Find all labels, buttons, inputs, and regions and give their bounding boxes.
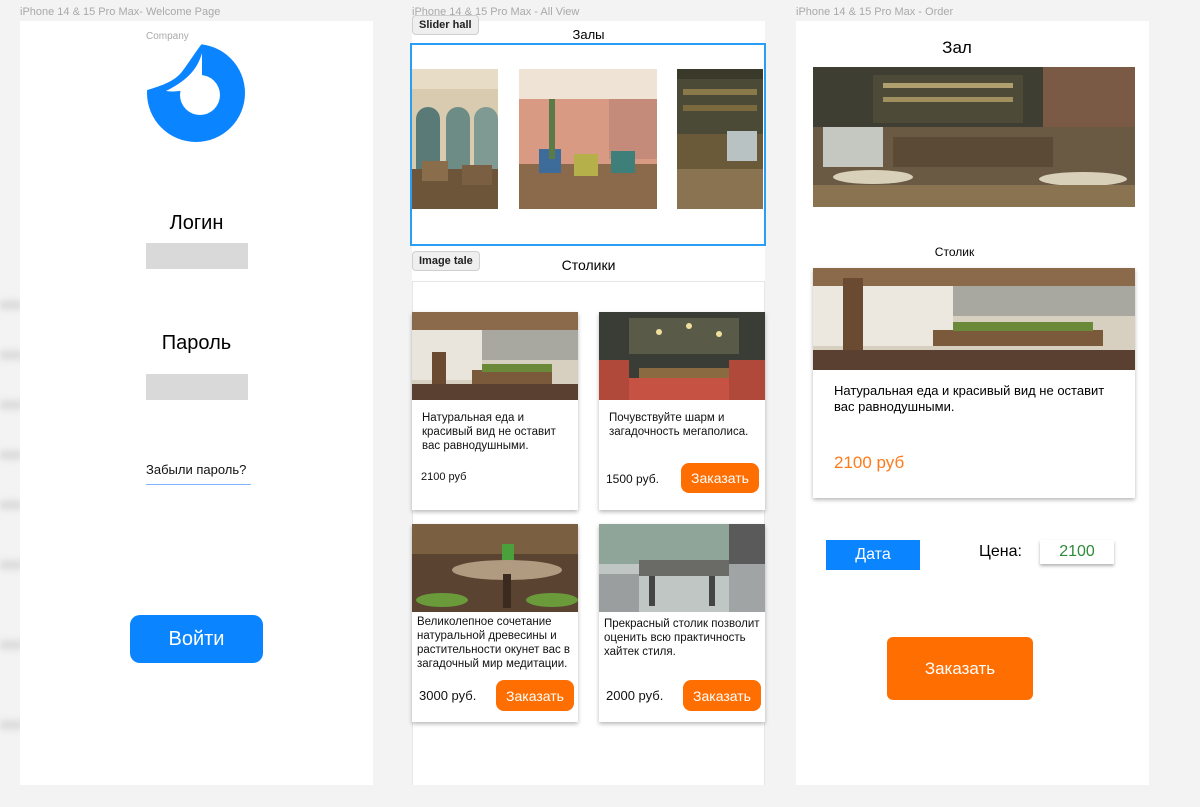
table-description: Прекрасный столик позволит оценить всю п… xyxy=(604,618,760,658)
hall-title: Зал xyxy=(942,38,972,57)
table-card[interactable]: Великолепное сочетание натуральной древе… xyxy=(412,524,578,722)
company-logo xyxy=(144,41,248,145)
order-page: Зал Столик Натуральная еда и красивый ви… xyxy=(796,21,1149,785)
table-photo xyxy=(412,524,578,612)
selected-table-description: Натуральная еда и красивый вид не остави… xyxy=(834,383,1105,414)
table-price: 1500 руб. xyxy=(606,472,659,486)
login-field[interactable] xyxy=(146,243,248,269)
login-button[interactable]: Войти xyxy=(130,615,263,663)
table-card[interactable]: Почувствуйте шарм и загадочность мегапол… xyxy=(599,312,765,510)
date-button[interactable]: Дата xyxy=(826,540,920,570)
frame-title-order: iPhone 14 & 15 Pro Max - Order xyxy=(796,6,954,18)
price-value: 2100 xyxy=(1040,540,1114,564)
selected-table-price: 2100 руб xyxy=(834,453,905,472)
order-button[interactable]: Заказать xyxy=(683,680,761,711)
hall-photo-3[interactable] xyxy=(677,69,763,209)
all-view-page: Залы Slider hall Image tale Столики Нату… xyxy=(410,15,766,785)
tables-title: Столики xyxy=(561,257,616,273)
table-card[interactable]: Натуральная еда и красивый вид не остави… xyxy=(412,312,578,510)
table-description: Почувствуйте шарм и загадочность мегапол… xyxy=(609,412,749,438)
hall-photo-2[interactable] xyxy=(519,69,657,209)
table-card[interactable]: Прекрасный столик позволит оценить всю п… xyxy=(599,524,765,722)
order-button[interactable]: Заказать xyxy=(681,463,759,493)
order-submit-button[interactable]: Заказать xyxy=(887,637,1033,700)
table-description: Натуральная еда и красивый вид не остави… xyxy=(422,412,556,452)
table-price: 2100 руб xyxy=(421,471,467,483)
table-photo xyxy=(599,312,765,400)
table-photo xyxy=(412,312,578,400)
table-description: Великолепное сочетание натуральной древе… xyxy=(417,616,571,670)
selected-table-card: Натуральная еда и красивый вид не остави… xyxy=(813,268,1135,498)
slider-hall-tag[interactable]: Slider hall xyxy=(412,15,479,35)
password-label: Пароль xyxy=(161,332,232,354)
hall-photo xyxy=(813,67,1135,207)
welcome-page: Company Логин Пароль Забыли пароль? Войт… xyxy=(20,21,373,785)
table-title: Столик xyxy=(934,245,975,259)
forgot-password-link[interactable]: Забыли пароль? xyxy=(146,462,246,477)
halls-slider[interactable] xyxy=(410,43,766,246)
hall-photo-1[interactable] xyxy=(412,69,498,209)
frame-title-welcome: iPhone 14 & 15 Pro Max- Welcome Page xyxy=(20,6,221,18)
order-button[interactable]: Заказать xyxy=(496,680,574,711)
password-field[interactable] xyxy=(146,374,248,400)
table-price: 2000 руб. xyxy=(606,688,664,703)
login-label: Логин xyxy=(169,212,224,234)
table-photo xyxy=(599,524,765,612)
forgot-underline xyxy=(146,484,251,485)
selected-table-photo xyxy=(813,268,1135,370)
price-label: Цена: xyxy=(979,543,1022,560)
table-price: 3000 руб. xyxy=(419,688,477,703)
